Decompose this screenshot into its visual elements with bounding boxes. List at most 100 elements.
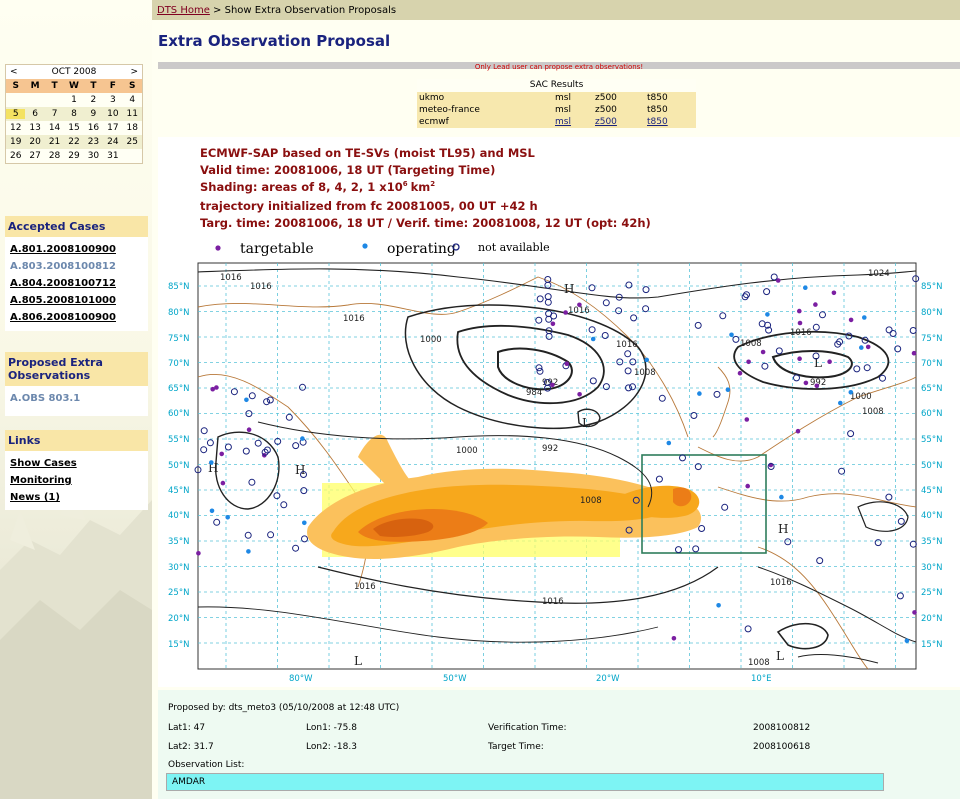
accepted-cases-panel: Accepted Cases A.801.2008100900 A.803.20… (5, 216, 148, 331)
calendar-day[interactable]: 15 (64, 123, 83, 133)
calendar-day[interactable]: 2 (84, 95, 103, 105)
calendar-day[interactable]: 25 (123, 137, 142, 147)
lead-user-message: Only Lead user can propose extra observa… (474, 63, 644, 71)
lat-label: 85°N (921, 282, 942, 292)
calendar-day[interactable]: 4 (123, 95, 142, 105)
case-link[interactable]: A.801.2008100900 (10, 241, 143, 258)
calendar-day[interactable]: 19 (6, 137, 25, 147)
sac-model: meteo-france (419, 105, 480, 115)
station-operating (300, 436, 305, 441)
calendar-day[interactable]: 11 (123, 109, 142, 119)
station-operating (666, 440, 672, 446)
sac-t850: t850 (647, 105, 668, 115)
calendar-day[interactable]: 30 (84, 151, 103, 161)
calendar-day[interactable]: 9 (84, 109, 103, 119)
station-targetable (563, 310, 568, 315)
observation-list-item[interactable]: AMDAR (166, 773, 884, 791)
chart-title-line: Valid time: 20081006, 18 UT (Targeting T… (200, 163, 495, 177)
station-targetable (577, 392, 582, 397)
calendar-day[interactable]: 3 (103, 95, 122, 105)
sac-z500-link[interactable]: z500 (595, 116, 647, 128)
station-operating (716, 603, 721, 608)
lat-label: 50°N (921, 461, 942, 471)
station-targetable (744, 417, 750, 422)
calendar-day[interactable]: 10 (103, 109, 122, 119)
sac-results-table: SAC Results ukmo msl z500 t850 meteo-fra… (417, 79, 696, 128)
station-operating (697, 391, 702, 396)
station-targetable (797, 308, 802, 314)
calendar-day[interactable]: 27 (25, 151, 44, 161)
station-targetable (210, 386, 215, 392)
calendar-day[interactable]: 29 (64, 151, 83, 161)
station-targetable (803, 380, 809, 386)
link-news[interactable]: News (1) (10, 489, 143, 506)
calendar-day[interactable]: 31 (103, 151, 122, 161)
calendar-day[interactable]: 23 (84, 137, 103, 147)
station-targetable (912, 610, 917, 615)
isobar-label: 1008 (862, 407, 884, 417)
shading-unit-exponent: 2 (430, 180, 435, 188)
target-time-label: Target Time: (488, 742, 544, 752)
isobar-label: 1016 (220, 273, 242, 283)
station-operating (209, 460, 214, 465)
calendar-day[interactable]: 5 (6, 109, 26, 119)
weekday: F (109, 81, 116, 91)
station-operating (765, 312, 770, 317)
calendar-day[interactable]: 14 (45, 123, 64, 133)
chart-title-line: Shading: areas of 8, 4, 2, 1 x106 km2 (200, 180, 435, 194)
sac-t850-link[interactable]: t850 (647, 116, 696, 128)
sac-model: ukmo (419, 93, 445, 103)
calendar-day[interactable]: 22 (64, 137, 83, 147)
case-link[interactable]: A.805.2008101000 (10, 292, 143, 309)
lat-label: 15°N (921, 640, 942, 650)
calendar-grid: 1 2 3 4 5 6 7 8 9 10 11 12 13 14 15 16 17 18 19 20 21 22 23 24 2… (6, 93, 142, 163)
calendar-day[interactable]: 13 (25, 123, 44, 133)
sac-msl-link[interactable]: msl (555, 116, 595, 128)
lat-label: 40°N (168, 511, 189, 521)
lat-label: 65°N (921, 384, 942, 394)
links-panel: Links Show Cases Monitoring News (1) (5, 430, 148, 510)
isobar-label: 1016 (616, 340, 638, 350)
proposed-extra-title: Proposed Extra Observations (5, 352, 148, 386)
calendar-day[interactable]: 18 (123, 123, 142, 133)
breadcrumb-separator: > (209, 5, 225, 16)
calendar-day[interactable]: 21 (45, 137, 64, 147)
calendar-day[interactable]: 16 (84, 123, 103, 133)
calendar-day[interactable]: 17 (103, 123, 122, 133)
calendar-day[interactable]: 20 (25, 137, 44, 147)
lat-label: 75°N (168, 334, 189, 344)
observation-list-label: Observation List: (168, 760, 245, 770)
link-show-cases[interactable]: Show Cases (10, 455, 143, 472)
calendar-day[interactable]: 8 (64, 109, 83, 119)
calendar-prev-button[interactable]: < (10, 67, 18, 77)
case-link[interactable]: A.804.2008100712 (10, 275, 143, 292)
link-monitoring[interactable]: Monitoring (10, 472, 143, 489)
lat-label: 50°N (168, 461, 189, 471)
breadcrumb-home-link[interactable]: DTS Home (157, 5, 210, 16)
calendar-day[interactable]: 26 (6, 151, 25, 161)
isobar-label: 1016 (354, 582, 376, 592)
proposed-extra-panel: Proposed Extra Observations A.OBS 803.1 (5, 352, 148, 416)
calendar-day[interactable]: 1 (64, 95, 83, 105)
station-targetable (746, 359, 751, 365)
lat-label: 55°N (921, 435, 942, 445)
sap-chart-svg: ECMWF-SAP based on TE-SVs (moist TL95) a… (168, 146, 942, 684)
calendar-day[interactable]: 28 (45, 151, 64, 161)
case-link[interactable]: A.806.2008100900 (10, 309, 143, 326)
low-marker: L (776, 649, 784, 663)
lat-label: 35°N (921, 537, 942, 547)
calendar-header: < OCT 2008 > (6, 65, 142, 79)
calendar-day[interactable]: 12 (6, 123, 25, 133)
calendar-next-button[interactable]: > (130, 67, 138, 77)
verification-time-value: 2008100812 (753, 723, 811, 733)
weekday: S (12, 81, 19, 91)
calendar-day[interactable]: 6 (25, 109, 44, 119)
lat-label: 60°N (168, 409, 189, 419)
isobar-label: 1000 (420, 335, 442, 345)
station-targetable (848, 317, 854, 323)
sac-t850: t850 (647, 93, 668, 103)
calendar-day[interactable]: 24 (103, 137, 122, 147)
station-operating (246, 549, 251, 554)
calendar-week: 5 6 7 8 9 10 11 (6, 107, 142, 121)
calendar-day[interactable]: 7 (45, 109, 64, 119)
